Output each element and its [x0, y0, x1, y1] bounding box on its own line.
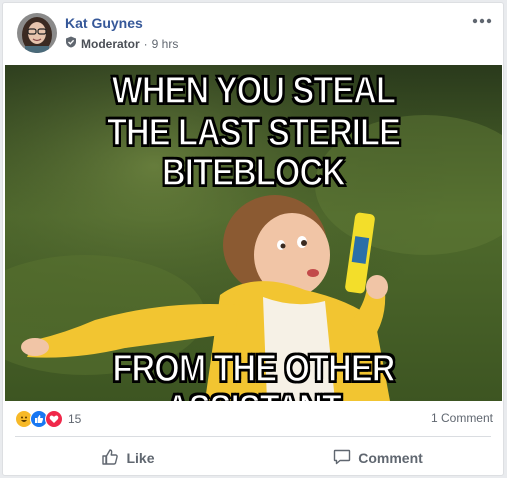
meme-caption-line-1: WHEN YOU STEAL	[111, 70, 396, 112]
shield-check-icon	[65, 36, 77, 51]
post-stats: 15 1 Comment	[3, 403, 503, 433]
love-icon	[45, 410, 63, 428]
author-avatar[interactable]	[17, 13, 57, 53]
meme-image[interactable]: WHEN YOU STEAL THE LAST STERILE BITEBLOC…	[5, 65, 502, 401]
post-header: Kat Guynes Moderator · 9 hrs	[3, 3, 503, 63]
reaction-summary[interactable]: 15	[15, 410, 81, 428]
comment-bubble-icon	[333, 448, 351, 469]
meme-caption-line-3: FROM THE OTHER ASSISTANT	[112, 348, 396, 401]
meta-separator: ·	[143, 36, 148, 51]
comment-button[interactable]: Comment	[253, 440, 503, 475]
meme-caption-line-2: THE LAST STERILE BITEBLOCK	[106, 112, 401, 194]
reaction-count: 15	[68, 412, 82, 426]
post-card: Kat Guynes Moderator · 9 hrs WHEN YOU ST…	[2, 2, 504, 476]
thumbs-up-icon	[101, 448, 119, 469]
actions-divider	[15, 436, 491, 437]
post-actions: Like Comment	[3, 440, 503, 475]
comment-count-link[interactable]: 1 Comment	[431, 411, 493, 425]
more-options-icon[interactable]	[471, 11, 493, 29]
like-button[interactable]: Like	[3, 440, 253, 475]
post-timestamp[interactable]: 9 hrs	[152, 37, 179, 51]
like-label: Like	[126, 450, 155, 466]
moderator-badge: Moderator	[81, 36, 140, 51]
author-name[interactable]: Kat Guynes	[65, 15, 143, 31]
post-meta: Moderator · 9 hrs	[65, 36, 178, 51]
comment-label: Comment	[358, 450, 423, 466]
